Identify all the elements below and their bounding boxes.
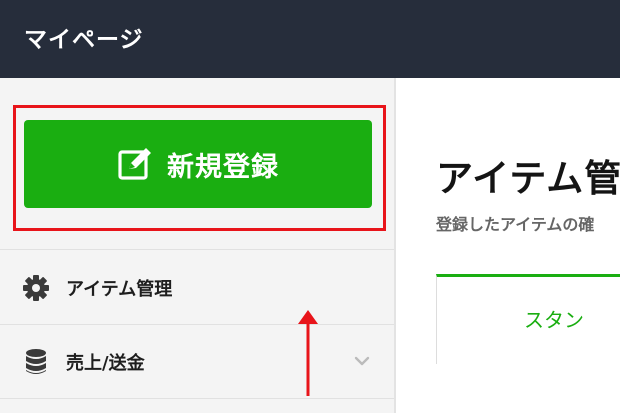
sidebar-item-label: アイテム管理 <box>66 278 173 300</box>
new-registration-label: 新規登録 <box>167 151 279 183</box>
gear-icon <box>23 274 49 301</box>
sidebar: 新規登録 アイテム管理 売上/送金 <box>0 78 396 413</box>
chevron-down-icon[interactable] <box>352 351 372 371</box>
header-title[interactable]: マイページ <box>24 20 144 54</box>
main-content: アイテム管 登録したアイテムの確 スタン <box>398 78 620 413</box>
new-registration-section: 新規登録 <box>0 78 394 250</box>
page-title: アイテム管 <box>436 157 620 200</box>
tab-standard[interactable]: スタン <box>524 304 584 333</box>
page-description: 登録したアイテムの確 <box>436 215 595 234</box>
edit-icon <box>118 148 151 180</box>
sidebar-item-item-management[interactable]: アイテム管理 <box>0 251 394 325</box>
database-icon <box>26 348 46 374</box>
new-registration-button[interactable]: 新規登録 <box>24 120 372 208</box>
top-header: マイページ <box>0 0 620 78</box>
sidebar-item-partial <box>0 399 394 413</box>
sidebar-item-sales-remittance[interactable]: 売上/送金 <box>0 325 394 399</box>
sidebar-item-label: 売上/送金 <box>66 352 145 374</box>
